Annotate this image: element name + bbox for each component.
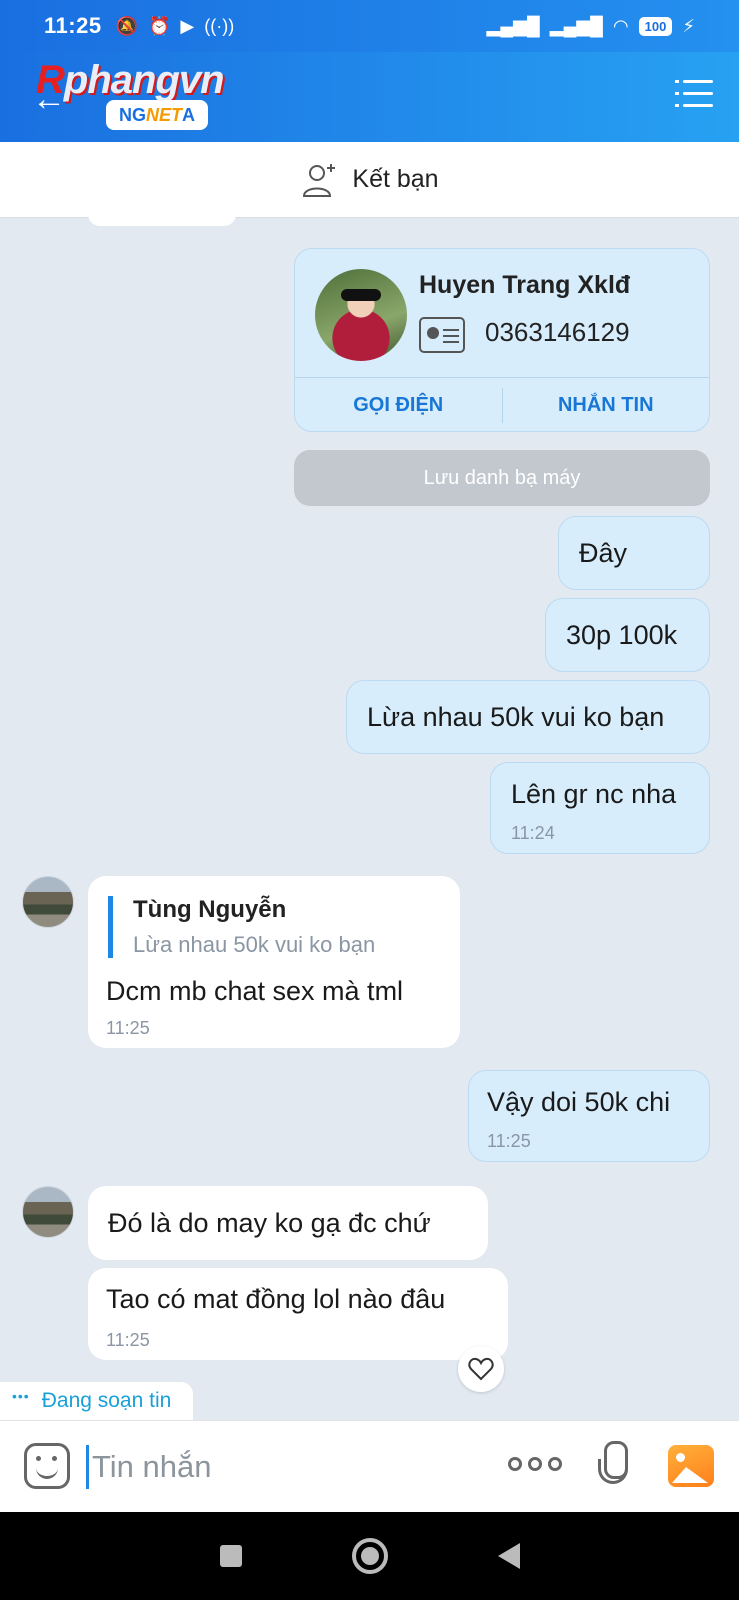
- alarm-icon: ⏰: [147, 15, 171, 36]
- add-friend-bar[interactable]: Kết bạn: [0, 142, 739, 218]
- message-text: Vậy doi 50k chi: [487, 1087, 671, 1117]
- quote-text: Lừa nhau 50k vui ko bạn: [133, 932, 376, 957]
- home-icon[interactable]: [351, 1538, 388, 1574]
- message-time: 11:25: [106, 1018, 150, 1038]
- add-friend-icon: [303, 163, 336, 197]
- previous-message-stub: [88, 212, 236, 226]
- signal-2-icon: ▂▄▆█: [549, 15, 603, 36]
- typing-dots-icon: •••: [12, 1388, 30, 1404]
- message-text: 30p 100k: [566, 620, 678, 650]
- message-time: 11:24: [511, 823, 555, 843]
- contact-avatar: [315, 269, 407, 361]
- recents-icon[interactable]: [219, 1545, 242, 1567]
- message-text: Đây: [579, 538, 628, 568]
- save-contact-button[interactable]: Lưu danh bạ máy: [294, 450, 710, 506]
- avatar-detail: [341, 289, 381, 301]
- message-bubble[interactable]: Vậy doi 50k chi 11:25: [468, 1070, 710, 1162]
- youtube-icon: ▶: [180, 15, 195, 36]
- status-bar: 11:25 🔕 ⏰ ▶ ((·)) ▂▄▆█ ▂▄▆█ ◠ 100 ⚡: [0, 0, 739, 52]
- gallery-icon[interactable]: [668, 1445, 714, 1487]
- charging-icon: ⚡: [682, 15, 695, 36]
- menu-icon[interactable]: [675, 80, 713, 112]
- mute-icon: 🔕: [115, 15, 138, 36]
- message-composer: [0, 1420, 739, 1512]
- message-text: Lừa nhau 50k vui ko bạn: [367, 702, 665, 732]
- microphone-icon[interactable]: [598, 1441, 628, 1493]
- call-button[interactable]: GỌI ĐIỆN: [295, 378, 502, 431]
- quote-sender: Tùng Nguyễn: [133, 896, 287, 923]
- contact-actions: GỌI ĐIỆN NHẮN TIN: [295, 377, 710, 431]
- heart-icon: [468, 1357, 494, 1381]
- message-bubble[interactable]: Tùng Nguyễn Lừa nhau 50k vui ko bạn Dcm …: [88, 876, 460, 1048]
- typing-indicator: ••• Đang soạn tin: [0, 1382, 193, 1420]
- message-bubble[interactable]: Đây: [558, 516, 710, 590]
- contact-phone: 0363146129: [485, 317, 630, 347]
- message-button[interactable]: NHẮN TIN: [503, 378, 710, 431]
- message-bubble[interactable]: Đó là do may ko gạ đc chứ: [88, 1186, 488, 1260]
- id-card-icon: [419, 317, 465, 353]
- add-friend-label: Kết bạn: [352, 165, 439, 193]
- message-text: Đó là do may ko gạ đc chứ: [108, 1208, 431, 1238]
- system-navigation-bar: [0, 1512, 739, 1600]
- message-text: Lên gr nc nha: [511, 779, 677, 809]
- logo-badge: NG NET A: [106, 100, 208, 130]
- message-bubble[interactable]: Lừa nhau 50k vui ko bạn: [346, 680, 710, 754]
- notification-icons: 🔕 ⏰ ▶ ((·)): [116, 16, 235, 37]
- react-heart-button[interactable]: [458, 1346, 504, 1392]
- message-bubble[interactable]: Tao có mat đồng lol nào đâu 11:25: [88, 1268, 508, 1360]
- system-icons: ▂▄▆█ ▂▄▆█ ◠ 100 ⚡: [487, 16, 695, 37]
- text-caret: [86, 1445, 89, 1489]
- contact-card[interactable]: Huyen Trang Xklđ 0363146129 GỌI ĐIỆN NHẮ…: [294, 248, 710, 432]
- hotspot-icon: ((·)): [204, 15, 235, 36]
- battery-icon: 100: [638, 16, 673, 36]
- contact-name: Huyen Trang Xklđ: [419, 271, 631, 299]
- logo: Rphangvn: [36, 58, 225, 102]
- message-bubble[interactable]: Lên gr nc nha 11:24: [490, 762, 710, 854]
- emoji-icon[interactable]: [24, 1443, 70, 1489]
- typing-text: Đang soạn tin: [41, 1389, 172, 1412]
- status-time: 11:25: [44, 13, 102, 38]
- message-time: 11:25: [106, 1330, 150, 1350]
- wifi-icon: ◠: [612, 15, 629, 36]
- sender-avatar[interactable]: [22, 876, 74, 928]
- app-header: ← Rphangvn NG NET A: [0, 52, 739, 142]
- message-bubble[interactable]: 30p 100k: [545, 598, 710, 672]
- message-time: 11:25: [487, 1131, 531, 1151]
- quoted-message[interactable]: Tùng Nguyễn Lừa nhau 50k vui ko bạn: [108, 896, 375, 958]
- message-text: Tao có mat đồng lol nào đâu: [106, 1284, 446, 1314]
- sender-avatar[interactable]: [22, 1186, 74, 1238]
- signal-icon: ▂▄▆█: [486, 15, 540, 36]
- message-text: Dcm mb chat sex mà tml: [106, 976, 404, 1006]
- message-input[interactable]: [92, 1441, 472, 1493]
- back-icon[interactable]: [497, 1543, 520, 1569]
- more-icon[interactable]: [508, 1457, 562, 1471]
